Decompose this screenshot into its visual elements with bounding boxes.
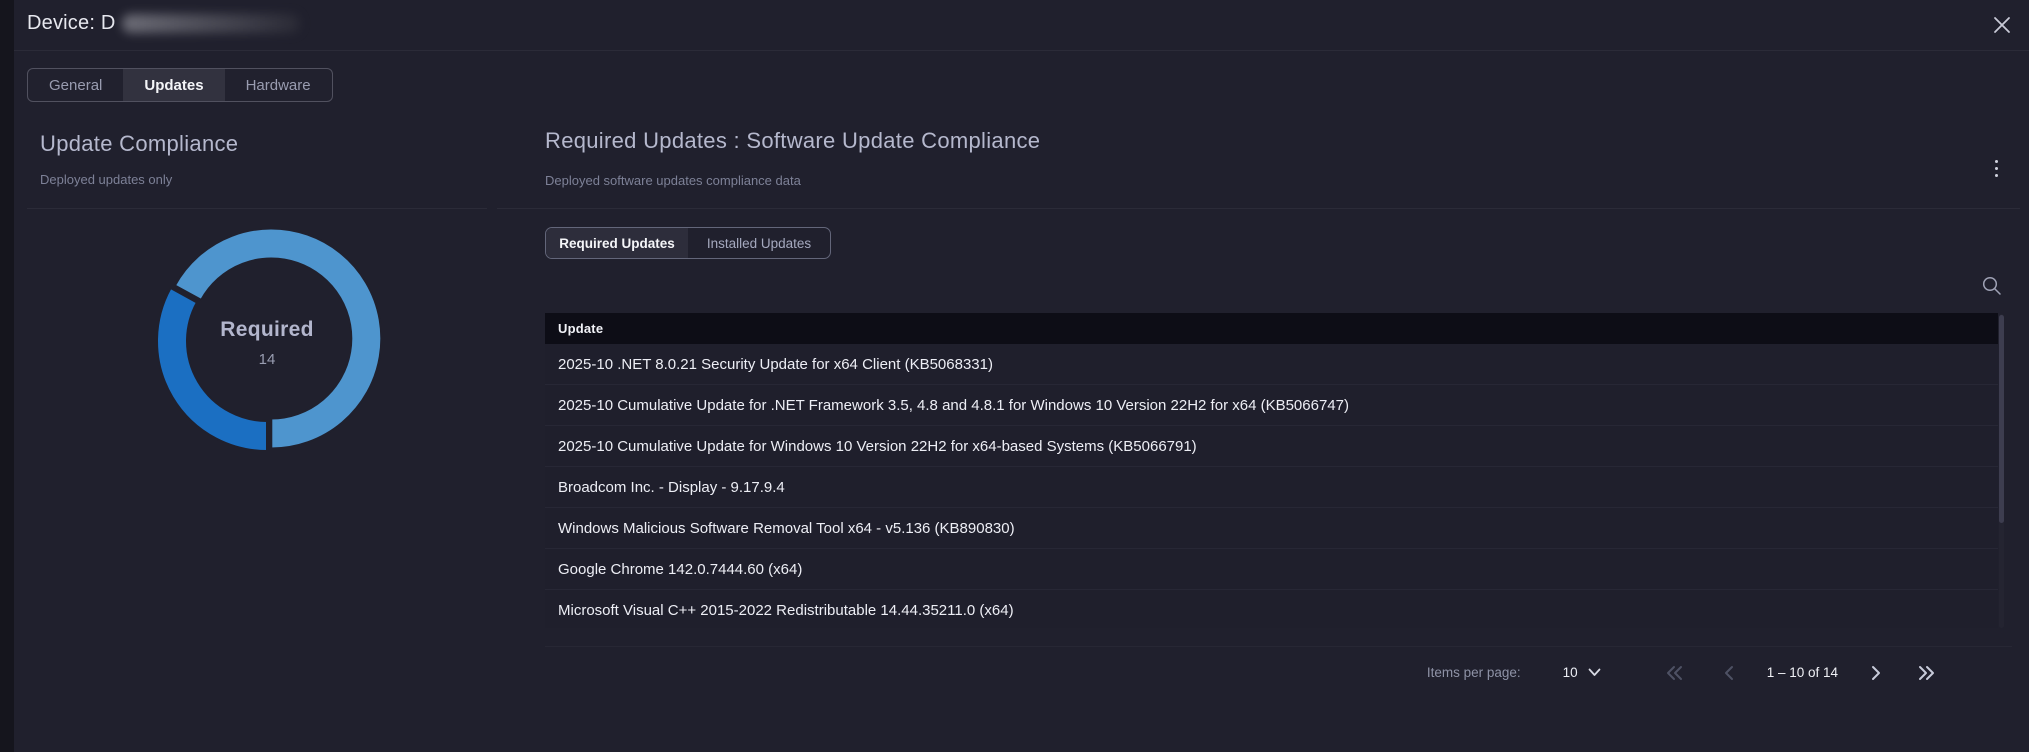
dialog-title-text: Device: D (27, 12, 116, 35)
dialog-title: Device: D (27, 9, 300, 37)
left-panel-divider (27, 208, 487, 209)
kebab-icon (1995, 174, 1998, 177)
donut-chart-svg (150, 224, 384, 458)
redacted-device-name (122, 14, 300, 33)
page-left-edge (0, 0, 14, 752)
table-scrollbar[interactable] (1999, 314, 2004, 628)
previous-page-button[interactable] (1717, 661, 1741, 685)
toggle-required-updates[interactable]: Required Updates (546, 228, 688, 258)
chevron-right-icon (1870, 665, 1882, 681)
compliance-donut-chart: Required 14 (150, 224, 384, 458)
close-button[interactable] (1988, 11, 2016, 39)
right-panel-divider (497, 208, 2020, 209)
close-icon (1993, 16, 2011, 34)
updates-view-toggle: Required Updates Installed Updates (545, 227, 831, 259)
page-range-label: 1 – 10 of 14 (1767, 665, 1838, 680)
search-button[interactable] (1978, 272, 2006, 300)
table-paginator: Items per page: 10 1 – 10 of 14 (545, 646, 2012, 698)
tab-bar: General Updates Hardware (27, 68, 333, 102)
tab-updates[interactable]: Updates (123, 69, 224, 101)
tab-general[interactable]: General (28, 69, 123, 101)
table-row[interactable]: Broadcom Inc. - Display - 9.17.9.4 (545, 467, 1998, 508)
required-updates-title: Required Updates : Software Update Compl… (545, 128, 1040, 154)
page-size-select[interactable] (1588, 668, 1601, 677)
table-row[interactable]: 2025-10 .NET 8.0.21 Security Update for … (545, 344, 1998, 385)
next-page-button[interactable] (1864, 661, 1888, 685)
table-row[interactable]: Google Chrome 142.0.7444.60 (x64) (545, 549, 1998, 590)
first-page-button[interactable] (1663, 661, 1687, 685)
last-page-button[interactable] (1914, 661, 1938, 685)
table-row[interactable]: Windows Malicious Software Removal Tool … (545, 508, 1998, 549)
panel-menu-button[interactable] (1988, 155, 2004, 181)
update-compliance-subtitle: Deployed updates only (40, 172, 172, 187)
page-size-value[interactable]: 10 (1563, 665, 1578, 680)
table-row[interactable]: Microsoft Visual C++ 2015-2022 Redistrib… (545, 590, 1998, 628)
scrollbar-thumb[interactable] (1999, 315, 2004, 523)
chevron-left-icon (1723, 665, 1735, 681)
search-icon (1981, 275, 2003, 297)
column-header-update: Update (558, 321, 603, 336)
table-row[interactable]: 2025-10 Cumulative Update for Windows 10… (545, 426, 1998, 467)
table-row[interactable]: 2025-10 Cumulative Update for .NET Frame… (545, 385, 1998, 426)
header-divider (14, 50, 2029, 51)
update-compliance-title: Update Compliance (40, 131, 238, 157)
required-updates-subtitle: Deployed software updates compliance dat… (545, 173, 801, 188)
kebab-icon (1995, 167, 1998, 170)
items-per-page-label: Items per page: (1427, 665, 1521, 680)
double-chevron-left-icon (1665, 665, 1684, 681)
tab-hardware[interactable]: Hardware (225, 69, 332, 101)
updates-table: Update 2025-10 .NET 8.0.21 Security Upda… (545, 313, 1998, 628)
toggle-installed-updates[interactable]: Installed Updates (688, 228, 830, 258)
kebab-icon (1995, 160, 1998, 163)
chevron-down-icon (1588, 668, 1601, 677)
double-chevron-right-icon (1917, 665, 1936, 681)
table-header-row: Update (545, 313, 1998, 344)
